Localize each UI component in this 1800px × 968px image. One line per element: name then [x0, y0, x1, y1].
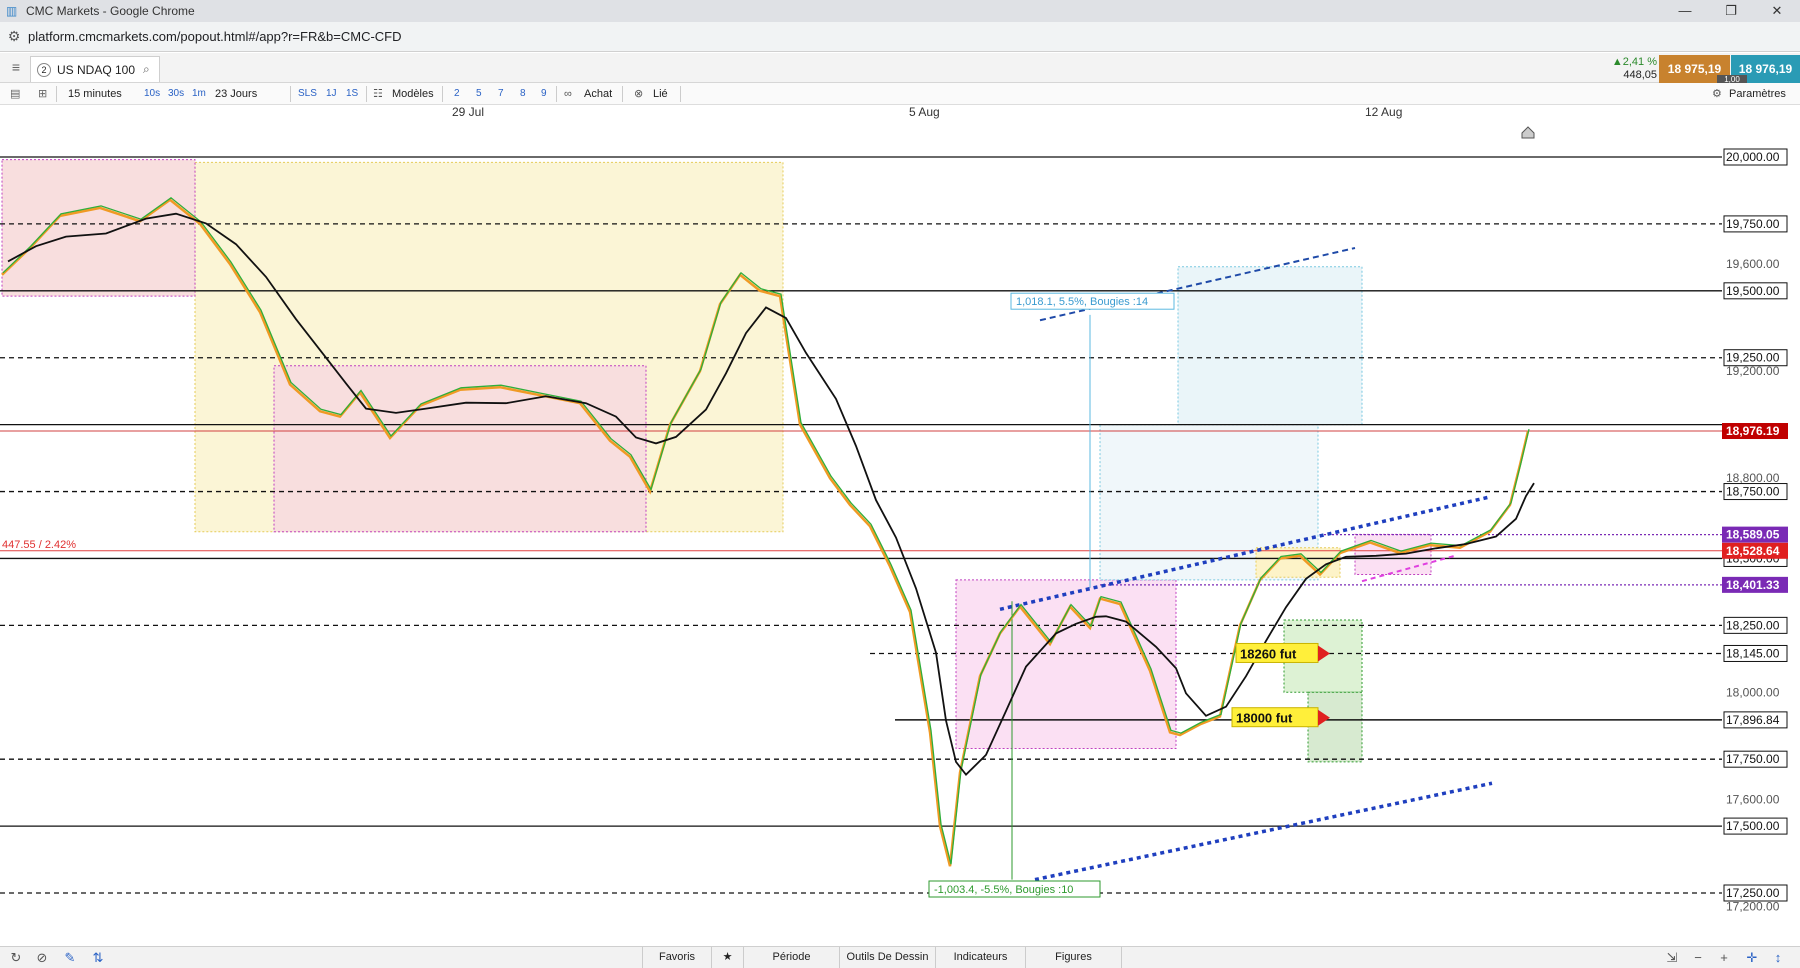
models-label[interactable]: Modèles — [392, 83, 434, 105]
chart-toolbar: ▤ ⊞ 15 minutes 10s 30s 1m 23 Jours SLS 1… — [0, 83, 1800, 105]
binoculars-icon[interactable]: ∞ — [564, 83, 572, 105]
change-percent: ▲2,41 % — [1611, 56, 1657, 68]
date-axis: 29 Jul 5 Aug 12 Aug — [0, 105, 1720, 120]
price-axis-tick: 18,250.00 — [1726, 618, 1780, 632]
pencil-icon[interactable]: ✎ — [58, 947, 82, 968]
price-axis-tick: 18,000.00 — [1726, 685, 1780, 699]
cursor-icon[interactable]: ⇅ — [86, 947, 110, 968]
instrument-tab[interactable]: 2 US NDAQ 100 ⌕ — [30, 56, 160, 82]
price-axis-tick: 17,750.00 — [1726, 752, 1780, 766]
magenta-zone — [955, 579, 1177, 749]
marker-purple-high: 18,589.05 — [1726, 528, 1780, 542]
model-2[interactable]: 2 — [454, 83, 460, 105]
date-tick: 29 Jul — [452, 105, 485, 119]
instrument-tab-bar: ≡ 2 US NDAQ 100 ⌕ — [0, 53, 1800, 83]
tab-favoris[interactable]: Favoris — [642, 947, 712, 968]
star-icon[interactable]: ★ — [712, 947, 744, 968]
view-1j[interactable]: 1J — [326, 83, 337, 105]
close-button[interactable]: ✕ — [1754, 0, 1800, 22]
list-view-icon[interactable]: ▤ — [10, 83, 20, 105]
buy-label[interactable]: Achat — [584, 83, 612, 105]
interval-1m[interactable]: 1m — [192, 83, 206, 105]
crosshair-reset-icon[interactable]: ⇲ — [1660, 947, 1684, 968]
restore-button[interactable]: ❐ — [1708, 0, 1754, 22]
model-7[interactable]: 7 — [498, 83, 504, 105]
change-indicator: ▲2,41 % 448,05 — [1603, 55, 1657, 83]
view-1s[interactable]: 1S — [346, 83, 358, 105]
window-controls: — ❐ ✕ — [1662, 0, 1800, 22]
tab-number: 2 — [37, 62, 51, 77]
down-measure-label: -1,003.4, -5.5%, Bougies :10 — [934, 884, 1073, 896]
up-measure-label: 1,018.1, 5.5%, Bougies :14 — [1016, 296, 1148, 308]
view-sls[interactable]: SLS — [298, 83, 317, 105]
price-chart[interactable]: 447.55 / 2.42% 1,018.1, 5.5%, Bougies :14… — [0, 120, 1800, 942]
fut-18000-label: 18000 fut — [1236, 711, 1293, 726]
price-axis-tick: 17,600.00 — [1726, 792, 1780, 806]
price-axis-tick: 18,750.00 — [1726, 485, 1780, 499]
price-axis-tick: 19,250.00 — [1726, 351, 1780, 365]
price-axis-tick: 19,200.00 — [1726, 364, 1780, 378]
range-select[interactable]: 23 Jours — [215, 83, 257, 105]
bottom-toolbar: ↻ ⊘ ✎ ⇅ Favoris ★ Période Outils De Dess… — [0, 946, 1800, 968]
url-field[interactable]: platform.cmcmarkets.com/popout.html#/app… — [28, 29, 402, 44]
linked-label[interactable]: Lié — [653, 83, 668, 105]
gear-icon[interactable]: ⚙ — [1712, 83, 1722, 105]
zoom-out-icon[interactable]: − — [1686, 947, 1710, 968]
date-tick: 5 Aug — [909, 105, 940, 119]
price-axis-tick: 20,000.00 — [1726, 150, 1780, 164]
menu-icon[interactable]: ≡ — [6, 59, 26, 77]
interval-30s[interactable]: 30s — [168, 83, 184, 105]
tab-outils-de-dessin[interactable]: Outils De Dessin — [840, 947, 936, 968]
change-annotation: 447.55 / 2.42% — [2, 539, 76, 551]
price-axis-tick: 19,500.00 — [1726, 284, 1780, 298]
minimize-button[interactable]: — — [1662, 0, 1708, 22]
tab-indicateurs[interactable]: Indicateurs — [936, 947, 1026, 968]
interval-select[interactable]: 15 minutes — [68, 83, 122, 105]
site-info-icon[interactable]: ⚙ — [0, 28, 28, 45]
interval-10s[interactable]: 10s — [144, 83, 160, 105]
cmc-app-icon: ▥ — [6, 4, 18, 18]
expand-icon[interactable]: ↕ — [1766, 947, 1790, 968]
settings-label[interactable]: Paramètres — [1729, 83, 1786, 105]
marker-purple-low: 18,401.33 — [1726, 578, 1780, 592]
yellow-zone — [1255, 547, 1341, 578]
red-zone — [1, 159, 196, 297]
change-points: 448,05 — [1623, 69, 1657, 81]
crosshair-icon[interactable]: ✛ — [1740, 947, 1764, 968]
current-price-marker: 18,976.19 — [1726, 424, 1780, 438]
address-bar: ⚙ platform.cmcmarkets.com/popout.html#/a… — [0, 22, 1800, 52]
window-title: CMC Markets - Google Chrome — [26, 4, 195, 18]
browser-titlebar: ▥ CMC Markets - Google Chrome — ❐ ✕ — [0, 0, 1800, 22]
instrument-name: US NDAQ 100 — [57, 62, 136, 77]
price-axis-tick: 17,500.00 — [1726, 819, 1780, 833]
model-8[interactable]: 8 — [520, 83, 526, 105]
model-5[interactable]: 5 — [476, 83, 482, 105]
tab-figures[interactable]: Figures — [1026, 947, 1122, 968]
marker-red: 18,528.64 — [1726, 544, 1780, 558]
zoom-in-icon[interactable]: + — [1712, 947, 1736, 968]
price-axis-tick: 19,600.00 — [1726, 257, 1780, 271]
date-tick: 12 Aug — [1365, 105, 1403, 119]
models-icon[interactable]: ☷ — [373, 83, 383, 105]
tab-periode[interactable]: Période — [744, 947, 840, 968]
price-axis-tick: 17,200.00 — [1726, 899, 1780, 913]
link-icon[interactable]: ⊗ — [634, 83, 643, 105]
price-axis-tick: 19,750.00 — [1726, 217, 1780, 231]
search-icon[interactable]: ⌕ — [143, 62, 150, 77]
layout-icon[interactable]: ⊞ — [38, 83, 47, 105]
price-axis-tick: 17,250.00 — [1726, 886, 1780, 900]
price-axis-tick: 17,896.84 — [1726, 713, 1780, 727]
no-entry-icon[interactable]: ⊘ — [30, 947, 54, 968]
model-9[interactable]: 9 — [541, 83, 547, 105]
refresh-icon[interactable]: ↻ — [4, 947, 28, 968]
price-axis-tick: 18,145.00 — [1726, 646, 1780, 660]
fut-18260-label: 18260 fut — [1240, 646, 1297, 661]
